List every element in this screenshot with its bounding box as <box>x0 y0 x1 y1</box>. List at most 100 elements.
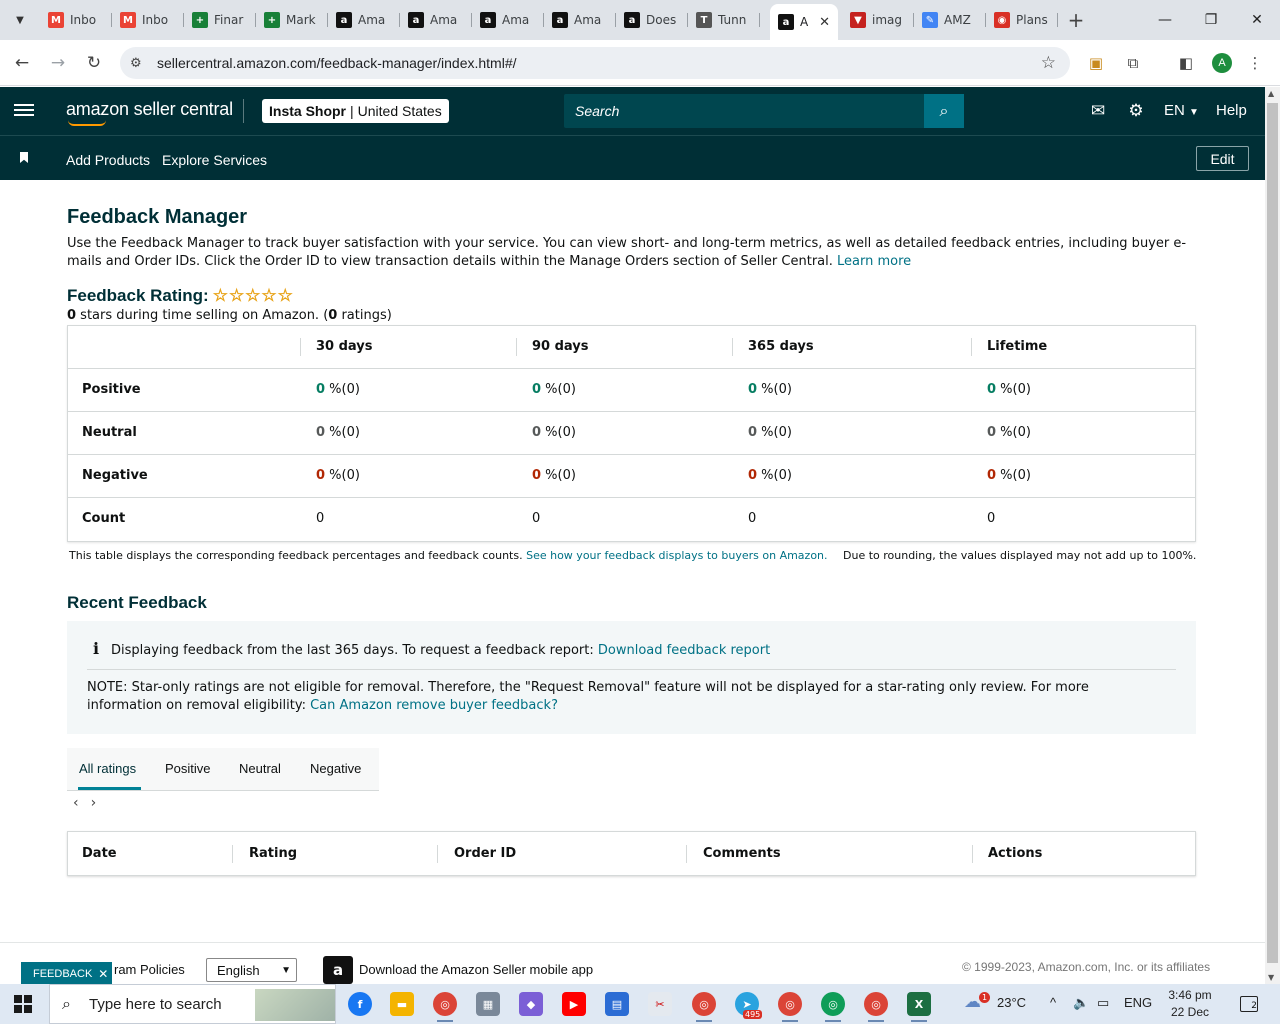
removal-eligibility-link[interactable]: Can Amazon remove buyer feedback? <box>310 698 558 713</box>
tab-negative[interactable]: Negative <box>310 761 361 776</box>
column-header-date[interactable]: Date <box>82 846 117 861</box>
side-panel-icon[interactable]: ◧ <box>1175 52 1197 74</box>
bookmark-star-icon[interactable]: ☆ <box>1041 53 1056 73</box>
browser-tab[interactable]: a Ama <box>400 6 472 34</box>
feedback-button[interactable]: FEEDBACK ✕ <box>21 962 112 985</box>
url-text[interactable]: sellercentral.amazon.com/feedback-manage… <box>157 55 517 71</box>
close-icon[interactable]: ✕ <box>98 967 108 981</box>
feedback-summary-table: 30 days 90 days 365 days Lifetime Positi… <box>67 325 1196 542</box>
tab-neutral[interactable]: Neutral <box>239 761 281 776</box>
chrome-profile-c-icon[interactable]: ◎ <box>864 992 888 1022</box>
excel-icon[interactable]: X <box>907 992 931 1022</box>
chevron-right-icon[interactable]: › <box>91 795 97 811</box>
help-link[interactable]: Help <box>1216 102 1247 119</box>
browser-tab[interactable]: a Does <box>616 6 688 34</box>
amazon-icon: a <box>408 12 424 28</box>
browser-tab[interactable]: a Ama <box>328 6 400 34</box>
calculator-icon[interactable]: ▦ <box>476 992 500 1016</box>
extensions-puzzle-icon[interactable]: ⧉ <box>1122 52 1144 74</box>
mail-icon[interactable]: ✉ <box>1087 101 1109 121</box>
amazon-app-icon[interactable]: a <box>323 956 353 984</box>
back-button[interactable]: ← <box>9 50 35 76</box>
language-selector[interactable]: EN ▼ <box>1164 102 1199 119</box>
chrome-icon[interactable]: ◎ <box>433 992 457 1022</box>
tab-positive[interactable]: Positive <box>165 761 211 776</box>
taskbar-search-input[interactable]: Type here to search <box>89 996 222 1013</box>
scrollbar-thumb[interactable] <box>1267 103 1278 963</box>
language-select[interactable]: English ▼ <box>206 958 297 982</box>
nav-add-products[interactable]: Add Products <box>66 152 150 168</box>
mobile-app-link[interactable]: Download the Amazon Seller mobile app <box>359 962 593 977</box>
restore-button[interactable]: ❐ <box>1188 0 1234 40</box>
column-header-rating[interactable]: Rating <box>249 846 297 861</box>
tray-chevron-up-icon[interactable]: ^ <box>1050 995 1056 1010</box>
browser-tab[interactable]: a Ama <box>544 6 616 34</box>
search-input[interactable]: Search <box>575 103 619 119</box>
scroll-down-icon[interactable]: ▼ <box>1268 973 1274 982</box>
browser-tab[interactable]: + Mark <box>256 6 328 34</box>
browser-tab[interactable]: ▼ imag <box>842 6 914 34</box>
profile-avatar[interactable]: A <box>1212 53 1232 73</box>
store-picker[interactable]: Insta Shopr | United States <box>262 99 449 123</box>
scroll-up-icon[interactable]: ▲ <box>1268 89 1274 98</box>
search-button[interactable]: ⌕ <box>924 94 964 128</box>
browser-tab[interactable]: a Ama <box>472 6 544 34</box>
facebook-icon[interactable]: f <box>348 992 372 1016</box>
download-report-link[interactable]: Download feedback report <box>598 643 770 658</box>
page-scrollbar[interactable]: ▲ ▼ <box>1265 87 1280 984</box>
amazon-seller-central-logo[interactable]: amazon seller central <box>66 99 233 126</box>
site-info-icon[interactable]: ⚙ <box>130 56 148 71</box>
search-box[interactable]: Search ⌕ <box>564 94 964 128</box>
browser-tab[interactable]: ◉ Plans <box>986 6 1058 34</box>
tab-all-ratings[interactable]: All ratings <box>79 761 136 776</box>
close-window-button[interactable]: ✕ <box>1234 0 1280 40</box>
browser-tab[interactable]: a A ✕ <box>770 4 838 40</box>
column-header-comments[interactable]: Comments <box>703 846 781 861</box>
settings-gear-icon[interactable]: ⚙ <box>1125 101 1147 121</box>
selected-tab-indicator <box>78 787 141 790</box>
weather-temp[interactable]: 23°C <box>997 995 1026 1010</box>
chrome-profile-a2-icon[interactable]: ◎ <box>821 992 845 1022</box>
bookmark-icon[interactable] <box>20 152 28 163</box>
reload-button[interactable]: ↻ <box>81 50 107 76</box>
chrome-profile-icon[interactable]: ◎ <box>692 992 716 1022</box>
nav-explore-services[interactable]: Explore Services <box>162 152 267 168</box>
feedback-display-link[interactable]: See how your feedback displays to buyers… <box>526 549 827 562</box>
windows-start-icon[interactable] <box>14 995 32 1013</box>
taskbar-search[interactable]: ⌕ Type here to search <box>49 984 336 1024</box>
store-name: Insta Shopr <box>269 103 347 119</box>
hamburger-menu-icon[interactable] <box>14 101 34 121</box>
snipping-tool-icon[interactable]: ✂ <box>648 992 672 1016</box>
browser-tab[interactable]: ✎ AMZ <box>914 6 986 34</box>
search-icon: ⌕ <box>62 994 71 1013</box>
browser-tab[interactable]: M Inbo <box>40 6 112 34</box>
notifications-icon[interactable]: 2 <box>1240 996 1258 1012</box>
youtube-icon[interactable]: ▶ <box>562 992 586 1016</box>
address-bar[interactable]: ⚙ sellercentral.amazon.com/feedback-mana… <box>120 47 1070 79</box>
forward-button[interactable]: → <box>45 50 71 76</box>
chevron-left-icon[interactable]: ‹ <box>73 795 79 811</box>
network-icon[interactable]: ▭ <box>1097 995 1109 1011</box>
learn-more-link[interactable]: Learn more <box>837 254 911 269</box>
close-tab-icon[interactable]: ✕ <box>819 15 830 30</box>
new-tab-button[interactable]: + <box>1064 8 1088 32</box>
program-policies-link[interactable]: ram Policies <box>114 962 185 977</box>
extension-honey-icon[interactable]: ▣ <box>1085 52 1107 74</box>
browser-tab[interactable]: + Finar <box>184 6 256 34</box>
store-icon[interactable]: ▤ <box>605 992 629 1016</box>
file-explorer-icon[interactable]: ▬ <box>390 992 414 1016</box>
input-language[interactable]: ENG <box>1124 995 1152 1010</box>
volume-icon[interactable]: 🔈 <box>1073 995 1089 1011</box>
browser-tab[interactable]: M Inbo <box>112 6 184 34</box>
column-header-actions[interactable]: Actions <box>988 846 1042 861</box>
chrome-profile-a-icon[interactable]: ◎ <box>778 992 802 1022</box>
chrome-menu-icon[interactable]: ⋮ <box>1244 52 1266 74</box>
column-header-order-id[interactable]: Order ID <box>454 846 516 861</box>
minimize-button[interactable]: — <box>1142 0 1188 40</box>
edit-button[interactable]: Edit <box>1196 146 1249 171</box>
tab-search-chevron-icon[interactable]: ▼ <box>8 8 32 32</box>
info-alert: i Displaying feedback from the last 365 … <box>67 621 1196 734</box>
browser-tab[interactable]: T Tunn <box>688 6 760 34</box>
taskbar-clock[interactable]: 3:46 pm 22 Dec 2023 <box>1160 987 1220 1024</box>
copilot-icon[interactable]: ◆ <box>519 992 543 1016</box>
